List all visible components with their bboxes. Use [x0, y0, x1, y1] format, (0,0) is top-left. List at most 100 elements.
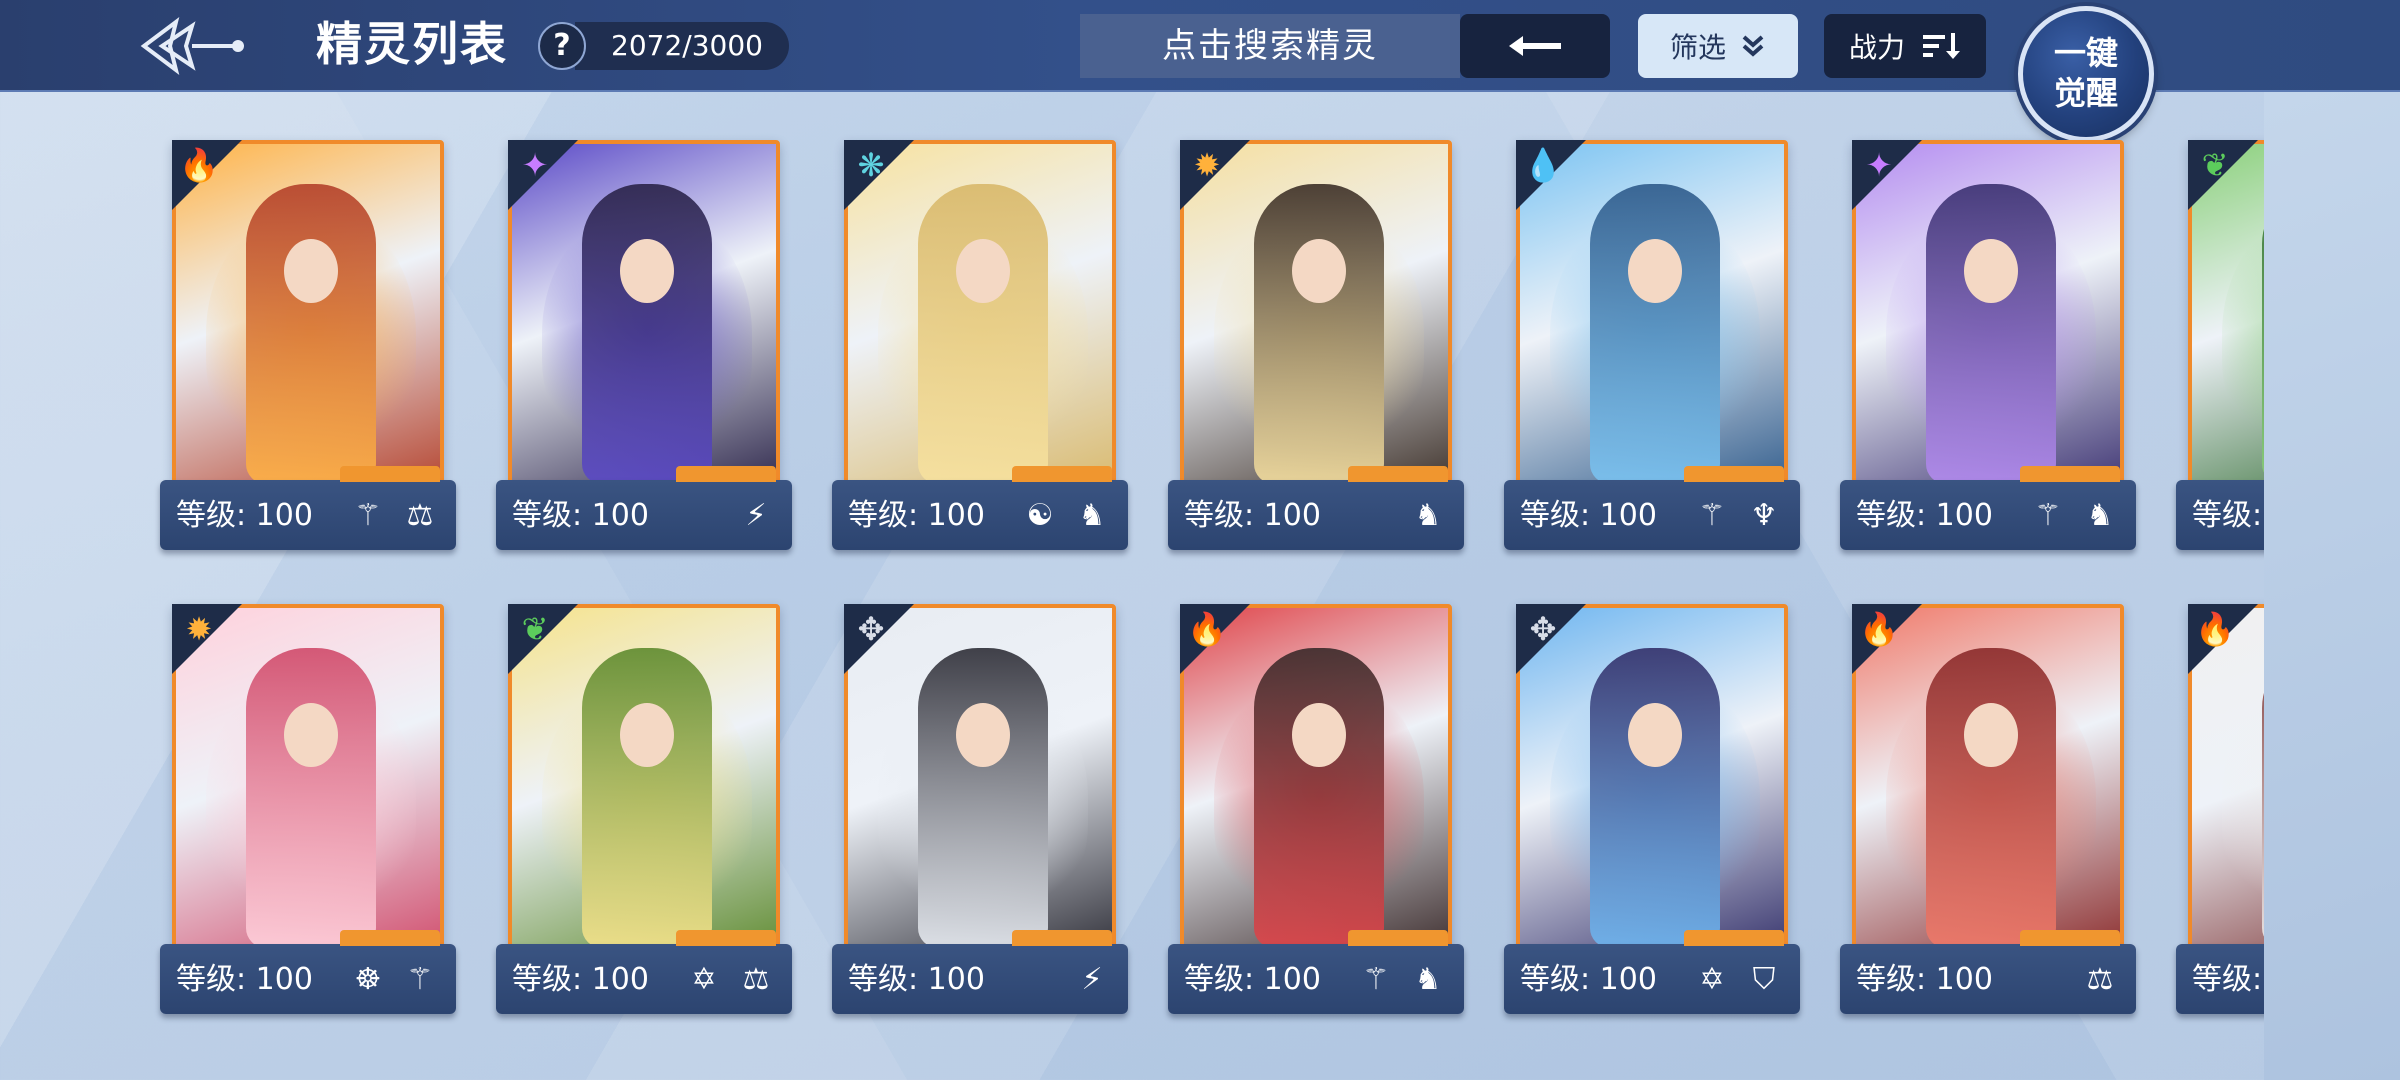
trait-icon: ♞: [1414, 961, 1442, 997]
spirit-card-footer: 等级: 100 ☯ ♞: [832, 466, 1128, 550]
spirit-card-footer: 等级: 100 ⚡: [832, 930, 1128, 1014]
spirit-card-footer: 等级: 100 ⚚ ♞: [1840, 466, 2136, 550]
spirit-art-face: [620, 239, 674, 303]
trait-icons: ♞: [1406, 492, 1450, 538]
grass-icon: ❦: [2201, 146, 2229, 184]
spirit-art-figure: [246, 648, 376, 948]
sort-label: 战力: [1848, 31, 1905, 64]
spirit-art-face: [1964, 703, 2018, 767]
fire-icon: 🔥: [2195, 610, 2235, 648]
trait-icons: ⚚ ♆: [1690, 492, 1786, 538]
trait-icons: ⚡: [734, 492, 778, 538]
spirit-level: 等级: 100: [1856, 498, 1993, 533]
sort-button[interactable]: 战力: [1824, 14, 1986, 78]
footer-tab: [2020, 930, 2120, 946]
spirit-art-figure: [1590, 648, 1720, 948]
trait-icon: ⚚: [1362, 961, 1390, 997]
spirit-level: 等级: 100: [1184, 962, 1321, 997]
footer-tab: [340, 930, 440, 946]
spirit-art-figure: [918, 184, 1048, 484]
spirit-level: 等级: 100: [512, 498, 649, 533]
spirit-art-face: [284, 703, 338, 767]
trait-icon: ⚚: [2034, 497, 2062, 533]
trait-icons: ⚚ ⚖: [346, 492, 442, 538]
spirit-art-figure: [246, 184, 376, 484]
spirit-card[interactable]: ✦ 等级: 100 ⚚ ♞: [1840, 140, 2136, 560]
spirit-art-face: [1628, 703, 1682, 767]
spirit-card[interactable]: 🔥 等级: 100 ⚚ ⚖: [160, 140, 456, 560]
sun-icon: ✹: [185, 610, 213, 648]
trait-icons: ⚖: [2078, 956, 2122, 1002]
trait-icon: ⚚: [1698, 497, 1726, 533]
spirit-art-figure: [918, 648, 1048, 948]
trait-icons: ✡ ⛉: [1690, 956, 1786, 1002]
shadow-icon: ✦: [1865, 146, 1893, 184]
fire-icon: 🔥: [179, 146, 219, 184]
spirit-card-footer: 等级: 100 ⚚ ⚖: [160, 466, 456, 550]
spirit-card[interactable]: ✹ 等级: 100 ♞: [1168, 140, 1464, 560]
spirit-level: 等级: 100: [1520, 498, 1657, 533]
spirit-card[interactable]: 🔥 等级: 100 ⚖: [1840, 604, 2136, 1024]
footer-tab: [676, 930, 776, 946]
trait-icon: ✡: [1699, 961, 1725, 997]
mech-icon: ✥: [1529, 610, 1557, 648]
spirit-card[interactable]: 🔥 等级: 100 ⚚ ♞: [1168, 604, 1464, 1024]
spirit-art-figure: [582, 648, 712, 948]
light-icon: ❋: [857, 146, 885, 184]
trait-icon: ⛉: [1752, 961, 1776, 997]
spirit-card-footer: 等级: 100 ✡ ⚖: [496, 930, 792, 1014]
trait-icon: ♞: [1078, 497, 1106, 533]
spirit-level: 等级: 100: [1520, 962, 1657, 997]
spirit-card[interactable]: ✥ 等级: 100 ⚡: [832, 604, 1128, 1024]
trait-icon: ⚖: [406, 497, 434, 533]
spirit-card[interactable]: ❋ 等级: 100 ☯ ♞: [832, 140, 1128, 560]
one-click-awaken-button[interactable]: 一键 觉醒: [2018, 6, 2154, 142]
spirit-level: 等级: 100: [176, 498, 313, 533]
filter-button[interactable]: 筛选: [1638, 14, 1798, 78]
trait-icon: ☸: [354, 961, 382, 997]
trait-icon: ⚖: [742, 961, 770, 997]
trait-icon: ⚡: [1081, 961, 1103, 997]
spirit-art-figure: [1926, 648, 2056, 948]
sun-icon: ✹: [1193, 146, 1221, 184]
trait-icon: ☯: [1026, 497, 1054, 533]
spirit-level: 等级: 100: [512, 962, 649, 997]
spirit-art-face: [284, 239, 338, 303]
trait-icons: ⚡: [1070, 956, 1114, 1002]
trait-icon: ♞: [2086, 497, 2114, 533]
spirit-card[interactable]: ❦ 等级: 100 ✡ ⚖: [496, 604, 792, 1024]
trait-icon: ⚖: [2086, 961, 2114, 997]
spirit-card[interactable]: ✦ 等级: 100 ⚡: [496, 140, 792, 560]
spirit-art-face: [1964, 239, 2018, 303]
spirit-card[interactable]: 💧 等级: 100 ⚚ ♆: [1504, 140, 1800, 560]
water-icon: 💧: [1523, 146, 1563, 184]
arrow-left-icon: [1509, 36, 1561, 56]
spirit-level: 等级: 100: [1856, 962, 1993, 997]
trait-icon: ♆: [1750, 497, 1778, 533]
trait-icon: ⚡: [745, 497, 767, 533]
spirit-level: 等级:: [2192, 498, 2263, 533]
spirit-card-footer: 等级: 100 ⚡: [496, 466, 792, 550]
trait-icons: ⚚ ♞: [2026, 492, 2122, 538]
trait-icons: ✡ ⚖: [682, 956, 778, 1002]
collection-count: 2072/3000: [575, 22, 789, 70]
spirit-level: 等级: 100: [848, 962, 985, 997]
spirit-art-face: [1628, 239, 1682, 303]
spirit-card[interactable]: ✹ 等级: 100 ☸ ⚚: [160, 604, 456, 1024]
page-title: 精灵列表: [316, 17, 508, 71]
spirit-card-footer: 等级: 100 ✡ ⛉: [1504, 930, 1800, 1014]
fire-icon: 🔥: [1859, 610, 1899, 648]
spirit-level: 等级: 100: [1184, 498, 1321, 533]
spirit-art-face: [620, 703, 674, 767]
trait-icons: ☯ ♞: [1018, 492, 1114, 538]
back-button[interactable]: [140, 8, 250, 84]
trait-icon: ⚚: [406, 961, 434, 997]
search-input[interactable]: 点击搜索精灵: [1080, 14, 1460, 78]
help-button[interactable]: ?: [538, 22, 586, 70]
shadow-icon: ✦: [521, 146, 549, 184]
spirit-card[interactable]: ✥ 等级: 100 ✡ ⛉: [1504, 604, 1800, 1024]
back-emblem-icon: [140, 17, 244, 75]
awaken-label-line1: 一键: [2053, 34, 2118, 72]
footer-tab: [2020, 466, 2120, 482]
search-back-button[interactable]: [1460, 14, 1610, 78]
